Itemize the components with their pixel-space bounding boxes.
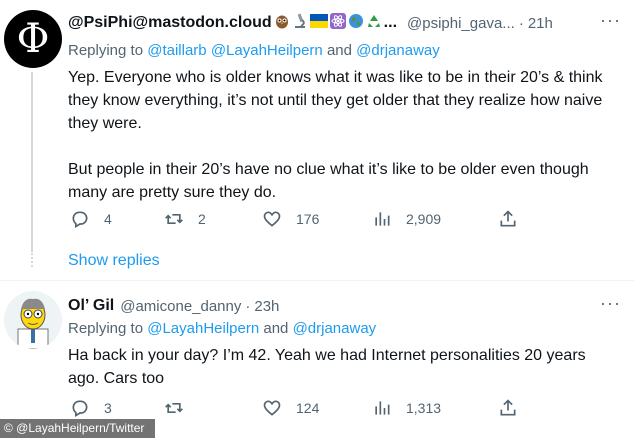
and-word: and [263,320,289,337]
owl-emoji-icon [274,13,290,34]
replying-to-label: Replying to [68,42,144,59]
tweet1-header: @PsiPhi@mastodon.cloud ... @psiphi_gava.… [68,12,553,34]
show-replies-link[interactable]: Show replies [68,252,160,270]
view-count: 1,313 [406,400,442,416]
thread-line [31,72,33,252]
like-count: 176 [296,211,320,227]
retweet-icon [165,403,183,413]
tweet2-timestamp[interactable]: 23h [254,298,279,315]
tweet2-header: Ol’ Gil @amicone_danny · 23h [68,296,279,316]
tweet-divider [0,280,634,281]
share-button[interactable] [498,209,518,229]
replying-to-label: Replying to [68,320,144,337]
tweet1-handle[interactable]: @psiphi_gava... [407,15,515,32]
view-count: 2,909 [406,211,442,227]
dotted-thread-line [31,245,33,267]
ukraine-flag-emoji-icon [309,13,328,33]
more-options-icon[interactable]: ··· [600,293,621,314]
heart-icon [263,400,281,416]
reply-user-link[interactable]: @drjanaway [293,320,377,337]
microscope-emoji-icon [292,13,308,34]
reply-user-link[interactable]: @drjanaway [356,42,440,59]
reply-button[interactable]: 3 [70,398,112,418]
avatar-olgil[interactable] [4,291,62,349]
analytics-icon [375,212,390,226]
tweet2-text: Ha back in your day? I’m 42. Yeah we had… [68,347,586,387]
tweet2-display-name[interactable]: Ol’ Gil [68,297,114,315]
retweet-count: 2 [198,211,206,227]
image-credit: © @LayahHeilpern/Twitter [0,419,155,438]
share-button[interactable] [498,398,518,418]
avatar-psiphi[interactable]: Φ [4,10,62,68]
phi-logo-icon: Φ [17,16,50,62]
svg-text:Φ: Φ [17,16,50,62]
atom-emoji-icon [329,12,346,34]
tweet2-replying-to: Replying to @LayahHeilpern and @drjanawa… [68,320,376,337]
share-icon [500,210,516,227]
heart-icon [263,211,281,227]
reply-icon [72,400,88,417]
retweet-icon [165,214,183,224]
reply-user-link[interactable]: @taillarb [147,42,206,59]
views-button[interactable]: 1,313 [372,398,441,418]
globe-emoji-icon [348,13,364,34]
like-button[interactable]: 124 [262,398,319,418]
tweet1-display-name[interactable]: @PsiPhi@mastodon.cloud [68,14,272,32]
tweet2-handle[interactable]: @amicone_danny [120,298,241,315]
reply-user-link[interactable]: @LayahHeilpern [147,320,259,337]
tweet1-paragraph-1: Yep. Everyone who is older knows what it… [68,69,603,132]
tweet1-timestamp[interactable]: 21h [528,15,553,32]
cartoon-avatar-icon [17,298,49,349]
tweet1-text: Yep. Everyone who is older knows what it… [68,66,608,204]
reply-user-link[interactable]: @LayahHeilpern [211,42,323,59]
share-icon [500,399,516,416]
like-button[interactable]: 176 [262,209,319,229]
tweet2-time-separator: · [245,297,251,315]
tweet1-time-separator: · [518,14,524,32]
reply-button[interactable]: 4 [70,209,112,229]
analytics-icon [375,401,390,415]
retweet-button[interactable]: 2 [164,209,206,229]
reply-count: 4 [104,211,112,227]
and-word: and [326,42,352,59]
tweet1-paragraph-2: But people in their 20’s have no clue wh… [68,161,589,201]
recycle-emoji-icon [366,13,382,34]
like-count: 124 [296,400,320,416]
views-button[interactable]: 2,909 [372,209,441,229]
tweet1-name-ellipsis: ... [383,14,398,31]
retweet-button[interactable] [164,398,198,418]
reply-count: 3 [104,400,112,416]
reply-icon [72,211,88,228]
tweet1-replying-to: Replying to @taillarb @LayahHeilpern and… [68,42,440,59]
more-options-icon[interactable]: ··· [600,10,621,31]
